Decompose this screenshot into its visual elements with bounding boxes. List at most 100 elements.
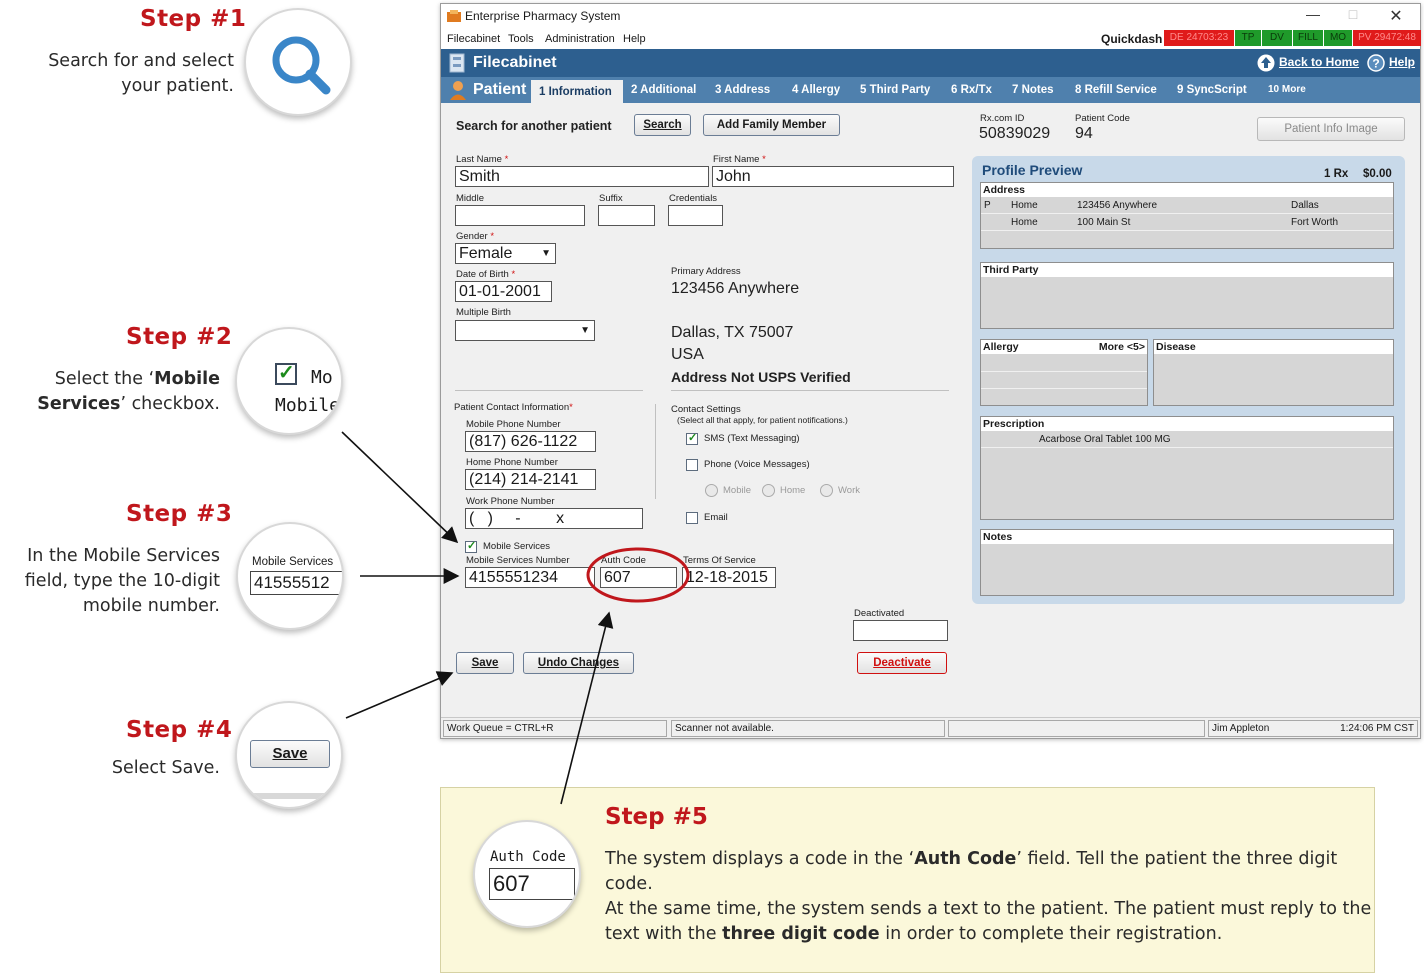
table-row[interactable]: P Home 123456 Anywhere Dallas bbox=[981, 198, 1393, 214]
svg-text:?: ? bbox=[1372, 57, 1379, 71]
add-family-member-button[interactable]: Add Family Member bbox=[703, 114, 840, 136]
allergy-header-text: Allergy bbox=[983, 341, 1019, 353]
rx-count: 1 Rx bbox=[1324, 168, 1349, 180]
step2-description: Select the ‘Mobile Services’ checkbox. bbox=[37, 367, 220, 417]
step5-p2-bold: three digit code bbox=[722, 924, 880, 944]
address-line3: USA bbox=[671, 346, 704, 363]
step2-text-bold2: Services bbox=[37, 394, 121, 414]
email-checkbox[interactable] bbox=[686, 512, 698, 524]
contact-info-label: Patient Contact Information* bbox=[454, 402, 573, 413]
patient-tab-label: Patient bbox=[473, 81, 527, 98]
radio-mobile[interactable] bbox=[705, 484, 718, 497]
check-icon: ✓ bbox=[278, 362, 295, 384]
address-line1: 123456 Anywhere bbox=[671, 280, 800, 297]
tab-third-party[interactable]: 5 Third Party bbox=[860, 84, 930, 96]
mobile-services-number-input[interactable]: 4155551234 bbox=[465, 567, 595, 588]
tab-address[interactable]: 3 Address bbox=[715, 84, 770, 96]
step1-zoom-circle bbox=[244, 8, 352, 116]
quickdash-cell[interactable]: FILL bbox=[1293, 30, 1323, 46]
work-phone-input[interactable]: ( ) - x bbox=[465, 508, 643, 529]
save-button[interactable]: Save bbox=[456, 652, 514, 674]
tab-rx-tx[interactable]: 6 Rx/Tx bbox=[951, 84, 992, 96]
mobile-services-checkbox[interactable] bbox=[465, 539, 477, 553]
tab-more[interactable]: 10 More bbox=[1268, 84, 1306, 95]
tab-refill-service[interactable]: 8 Refill Service bbox=[1075, 84, 1157, 96]
radio-work-label: Work bbox=[838, 485, 860, 496]
menu-bar: Filecabinet Tools Administration Help Qu… bbox=[441, 29, 1421, 49]
sms-checkbox[interactable] bbox=[686, 431, 698, 445]
step2-text-bold1: Mobile bbox=[154, 369, 220, 389]
allergy-more-link[interactable]: More <5> bbox=[1099, 340, 1145, 354]
tab-syncscript[interactable]: 9 SyncScript bbox=[1177, 84, 1247, 96]
radio-mobile-label: Mobile bbox=[723, 485, 751, 496]
auth-code-input[interactable]: 607 bbox=[600, 567, 677, 588]
radio-work[interactable] bbox=[820, 484, 833, 497]
quickdash-cell[interactable]: TP bbox=[1235, 30, 1261, 46]
dob-input[interactable]: 01-01-2001 bbox=[455, 281, 552, 302]
phone-label: Phone (Voice Messages) bbox=[704, 459, 810, 470]
first-name-input[interactable]: John bbox=[712, 166, 954, 187]
phone-checkbox[interactable] bbox=[686, 459, 698, 471]
search-button[interactable]: Search bbox=[634, 114, 691, 136]
minimize-button[interactable]: — bbox=[1293, 6, 1333, 26]
undo-changes-button[interactable]: Undo Changes bbox=[523, 652, 634, 674]
tab-additional[interactable]: 2 Additional bbox=[631, 84, 696, 96]
home-phone-input[interactable]: (214) 214-2141 bbox=[465, 469, 596, 490]
address-city: Fort Worth bbox=[1291, 217, 1339, 228]
quickdash-cell[interactable]: PV 29472:48 bbox=[1353, 30, 1421, 46]
tab-information[interactable]: 1 Information bbox=[531, 80, 623, 104]
status-user: Jim Appleton bbox=[1212, 723, 1270, 734]
radio-home[interactable] bbox=[762, 484, 775, 497]
contact-info-label-text: Patient Contact Information bbox=[454, 402, 570, 413]
step3-title: Step #3 bbox=[126, 501, 233, 527]
quickdash-cell[interactable]: DE 24703:23 bbox=[1164, 30, 1234, 46]
row-divider bbox=[981, 388, 1147, 389]
step2-text-pre: Select the ‘ bbox=[54, 369, 155, 389]
gender-select[interactable]: Female ▼ bbox=[455, 243, 556, 264]
quickdash-cell[interactable]: MO bbox=[1324, 30, 1352, 46]
step5-p1-bold: Auth Code bbox=[914, 849, 1017, 869]
address-box-header: Address bbox=[981, 183, 1393, 197]
filecabinet-header: Filecabinet Back to Home ? Help bbox=[441, 49, 1420, 77]
table-row[interactable]: Acarbose Oral Tablet 100 MG bbox=[981, 432, 1393, 448]
suffix-input[interactable] bbox=[598, 205, 655, 226]
deactivated-input[interactable] bbox=[853, 620, 948, 641]
menu-help[interactable]: Help bbox=[623, 33, 646, 45]
menu-filecabinet[interactable]: Filecabinet bbox=[447, 33, 500, 45]
window-title: Enterprise Pharmacy System bbox=[465, 9, 621, 23]
table-row[interactable]: Home 100 Main St Fort Worth bbox=[981, 215, 1393, 231]
tab-notes[interactable]: 7 Notes bbox=[1012, 84, 1054, 96]
multiple-birth-select[interactable]: ▼ bbox=[455, 320, 595, 341]
step1-title: Step #1 bbox=[140, 6, 247, 32]
mobile-phone-label: Mobile Phone Number bbox=[466, 419, 561, 430]
close-button[interactable]: ✕ bbox=[1376, 6, 1416, 26]
primary-address-label: Primary Address bbox=[671, 266, 741, 277]
tab-bar: Patient 1 Information 2 Additional 3 Add… bbox=[441, 77, 1420, 104]
back-to-home-link[interactable]: Back to Home bbox=[1279, 55, 1359, 69]
middle-input[interactable] bbox=[455, 205, 585, 226]
notes-header: Notes bbox=[981, 530, 1393, 544]
zoom-divider bbox=[237, 793, 341, 799]
profile-preview-panel: Profile Preview 1 Rx $0.00 Address P Hom… bbox=[972, 156, 1405, 604]
menu-tools[interactable]: Tools bbox=[508, 33, 534, 45]
notes-box: Notes bbox=[980, 529, 1394, 596]
step4-title: Step #4 bbox=[126, 717, 233, 743]
terms-of-service-input[interactable]: 12-18-2015 bbox=[682, 567, 776, 588]
help-link[interactable]: Help bbox=[1389, 55, 1415, 69]
mobile-phone-input[interactable]: (817) 626-1122 bbox=[465, 431, 596, 452]
last-name-input[interactable]: Smith bbox=[455, 166, 709, 187]
gender-label: Gender * bbox=[456, 231, 494, 242]
auth-code-label: Auth Code bbox=[601, 555, 646, 566]
menu-administration[interactable]: Administration bbox=[545, 33, 615, 45]
last-name-label: Last Name * bbox=[456, 154, 508, 165]
profile-preview-title: Profile Preview bbox=[982, 162, 1083, 178]
quickdash-cell[interactable]: DV bbox=[1262, 30, 1292, 46]
credentials-input[interactable] bbox=[668, 205, 723, 226]
deactivate-button[interactable]: Deactivate bbox=[857, 652, 947, 674]
patient-info-image-button[interactable]: Patient Info Image bbox=[1257, 117, 1405, 141]
status-empty bbox=[948, 720, 1205, 737]
address-label: Home bbox=[1011, 200, 1038, 211]
maximize-button[interactable]: □ bbox=[1333, 6, 1373, 26]
step5-paragraph2: At the same time, the system sends a tex… bbox=[605, 897, 1371, 947]
tab-allergy[interactable]: 4 Allergy bbox=[792, 84, 840, 96]
